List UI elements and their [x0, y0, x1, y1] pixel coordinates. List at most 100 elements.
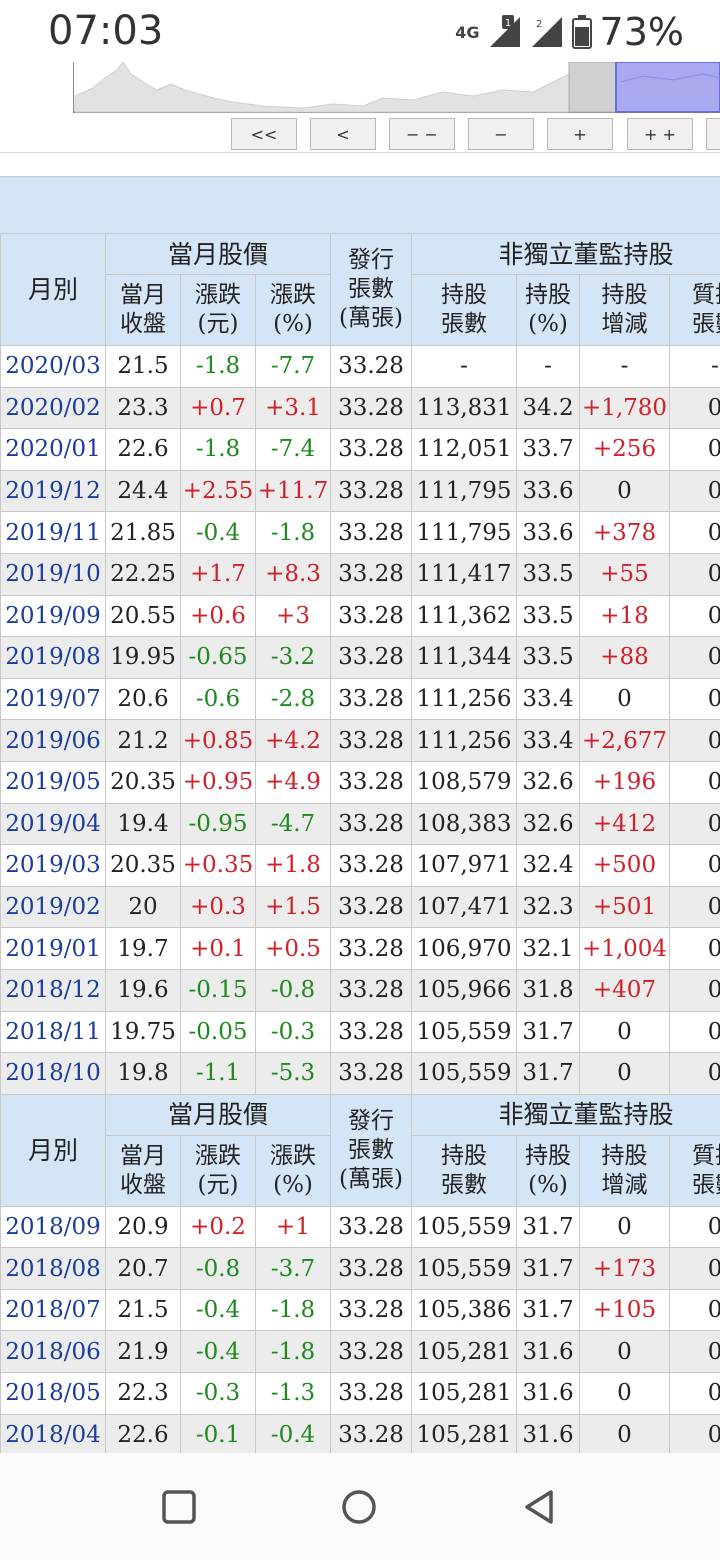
price-change: -0.05: [180, 1010, 256, 1054]
back-triangle-icon[interactable]: [521, 1489, 557, 1525]
month-link[interactable]: 2019/12: [0, 469, 106, 513]
held-shares: 111,256: [411, 719, 517, 762]
pledged-shares: -: [668, 345, 720, 388]
system-nav-bar: [0, 1453, 720, 1560]
price-change-pct: -1.8: [255, 1288, 331, 1332]
col-holding-pct-header: 持股 (%): [516, 1134, 580, 1207]
sim2-badge: 2: [536, 19, 542, 30]
month-link[interactable]: 2018/05: [0, 1372, 106, 1415]
home-circle-icon[interactable]: [341, 1489, 377, 1525]
col-issued-line2: 張數: [348, 1136, 394, 1163]
mini-price-chart[interactable]: [73, 62, 720, 114]
month-link[interactable]: 2018/10: [0, 1052, 106, 1095]
month-link[interactable]: 2019/01: [0, 927, 106, 970]
pledged-shares: 0: [668, 1288, 720, 1332]
table-row: 2018/10 19.8 -1.1 -5.3 33.28 105,559 31.…: [0, 1052, 720, 1095]
nav-first-button[interactable]: <<: [231, 118, 297, 150]
month-link[interactable]: 2018/04: [0, 1413, 106, 1453]
held-shares: 105,281: [411, 1330, 517, 1374]
col-shares-header: 持股 張數: [411, 1134, 517, 1207]
zoom-in-more-button[interactable]: + +: [627, 118, 693, 150]
month-link[interactable]: 2018/07: [0, 1288, 106, 1332]
sim1-badge: 1: [504, 18, 510, 29]
table-row: 2019/02 20 +0.3 +1.5 33.28 107,471 32.3 …: [0, 885, 720, 929]
table-title-bar: [0, 176, 720, 234]
battery-percent: 73%: [599, 10, 684, 54]
price-change: -1.1: [180, 1052, 256, 1095]
close-price: 20.9: [105, 1205, 181, 1249]
pledged-shares: 0: [668, 594, 720, 638]
zoom-in-button[interactable]: +: [547, 118, 613, 150]
col-pct-line1: 漲跌: [270, 282, 316, 308]
col-holding-pct-line2: (%): [528, 311, 568, 337]
zoom-out-button[interactable]: −: [468, 118, 534, 150]
month-link[interactable]: 2020/03: [0, 345, 106, 388]
month-link[interactable]: 2019/09: [0, 594, 106, 638]
month-link[interactable]: 2018/12: [0, 968, 106, 1012]
col-close-line1: 當月: [120, 1142, 166, 1169]
close-price: 22.6: [105, 428, 181, 471]
holding-pct: 31.6: [516, 1372, 580, 1415]
table-row: 2020/01 22.6 -1.8 -7.4 33.28 112,051 33.…: [0, 428, 720, 471]
holding-pct: 33.6: [516, 469, 580, 513]
holding-pct: 31.8: [516, 968, 580, 1012]
zoom-out-more-button[interactable]: − −: [389, 118, 455, 150]
recents-square-icon[interactable]: [161, 1489, 197, 1525]
month-link[interactable]: 2019/10: [0, 552, 106, 596]
month-link[interactable]: 2019/11: [0, 511, 106, 554]
issued-shares: 33.28: [330, 927, 412, 970]
held-shares: 108,579: [411, 760, 517, 804]
col-delta-header: 持股 增減: [579, 274, 670, 346]
col-pledge-header: 質押張數: [668, 274, 720, 346]
month-link[interactable]: 2018/06: [0, 1330, 106, 1374]
month-link[interactable]: 2018/09: [0, 1205, 106, 1249]
pledged-shares: 0: [668, 719, 720, 762]
col-issued-line3: (萬張): [339, 1165, 403, 1192]
held-shares: 111,362: [411, 594, 517, 638]
price-change-pct: -7.7: [255, 345, 331, 388]
pledged-shares: 0: [668, 1205, 720, 1249]
table-row: 2019/01 19.7 +0.1 +0.5 33.28 106,970 32.…: [0, 927, 720, 970]
close-price: 21.9: [105, 1330, 181, 1374]
table-row: 2018/09 20.9 +0.2 +1 33.28 105,559 31.7 …: [0, 1205, 720, 1249]
pledged-shares: 0: [668, 760, 720, 804]
nav-next-button[interactable]: [706, 118, 720, 150]
table-row: 2018/04 22.6 -0.1 -0.4 33.28 105,281 31.…: [0, 1413, 720, 1453]
price-change-pct: -3.7: [255, 1247, 331, 1290]
monthly-holdings-table-wrap[interactable]: 月別 當月股價 發行 張數 (萬張) 非獨立董監持股 當月 收盤 漲跌 (元) 漲跌…: [0, 233, 720, 1453]
month-link[interactable]: 2018/11: [0, 1010, 106, 1054]
month-link[interactable]: 2019/03: [0, 844, 106, 887]
holding-delta: +2,677: [579, 719, 670, 762]
month-link[interactable]: 2020/01: [0, 428, 106, 471]
held-shares: 105,559: [411, 1247, 517, 1290]
month-link[interactable]: 2019/04: [0, 802, 106, 846]
col-shares-line2: 張數: [441, 1171, 487, 1198]
holding-delta: 0: [579, 1330, 670, 1374]
pledged-shares: 0: [668, 1413, 720, 1453]
month-link[interactable]: 2020/02: [0, 386, 106, 430]
price-change-pct: -3.2: [255, 636, 331, 679]
holding-delta: 0: [579, 1052, 670, 1095]
price-change: -0.95: [180, 802, 256, 846]
month-link[interactable]: 2019/05: [0, 760, 106, 804]
col-delta-line2: 增減: [601, 311, 648, 337]
close-price: 20.55: [105, 594, 181, 638]
holding-delta: 0: [579, 1010, 670, 1054]
close-price: 20.7: [105, 1247, 181, 1290]
held-shares: 105,966: [411, 968, 517, 1012]
month-link[interactable]: 2019/07: [0, 677, 106, 721]
col-shares-line2: 張數: [441, 311, 487, 337]
holding-group-header: 非獨立董監持股: [410, 233, 720, 275]
col-change-header: 漲跌 (元): [180, 274, 256, 346]
month-link[interactable]: 2019/06: [0, 719, 106, 762]
pledged-shares: 0: [668, 677, 720, 721]
col-pledge-line2: 張數: [692, 311, 720, 337]
col-close-header: 當月 收盤: [105, 1134, 181, 1207]
nav-prev-button[interactable]: <: [310, 118, 376, 150]
month-link[interactable]: 2019/08: [0, 636, 106, 679]
month-link[interactable]: 2018/08: [0, 1247, 106, 1290]
close-price: 20: [105, 885, 181, 929]
signal-sim2-icon: 2: [531, 17, 562, 47]
holding-delta: +412: [579, 802, 670, 846]
month-link[interactable]: 2019/02: [0, 885, 106, 929]
